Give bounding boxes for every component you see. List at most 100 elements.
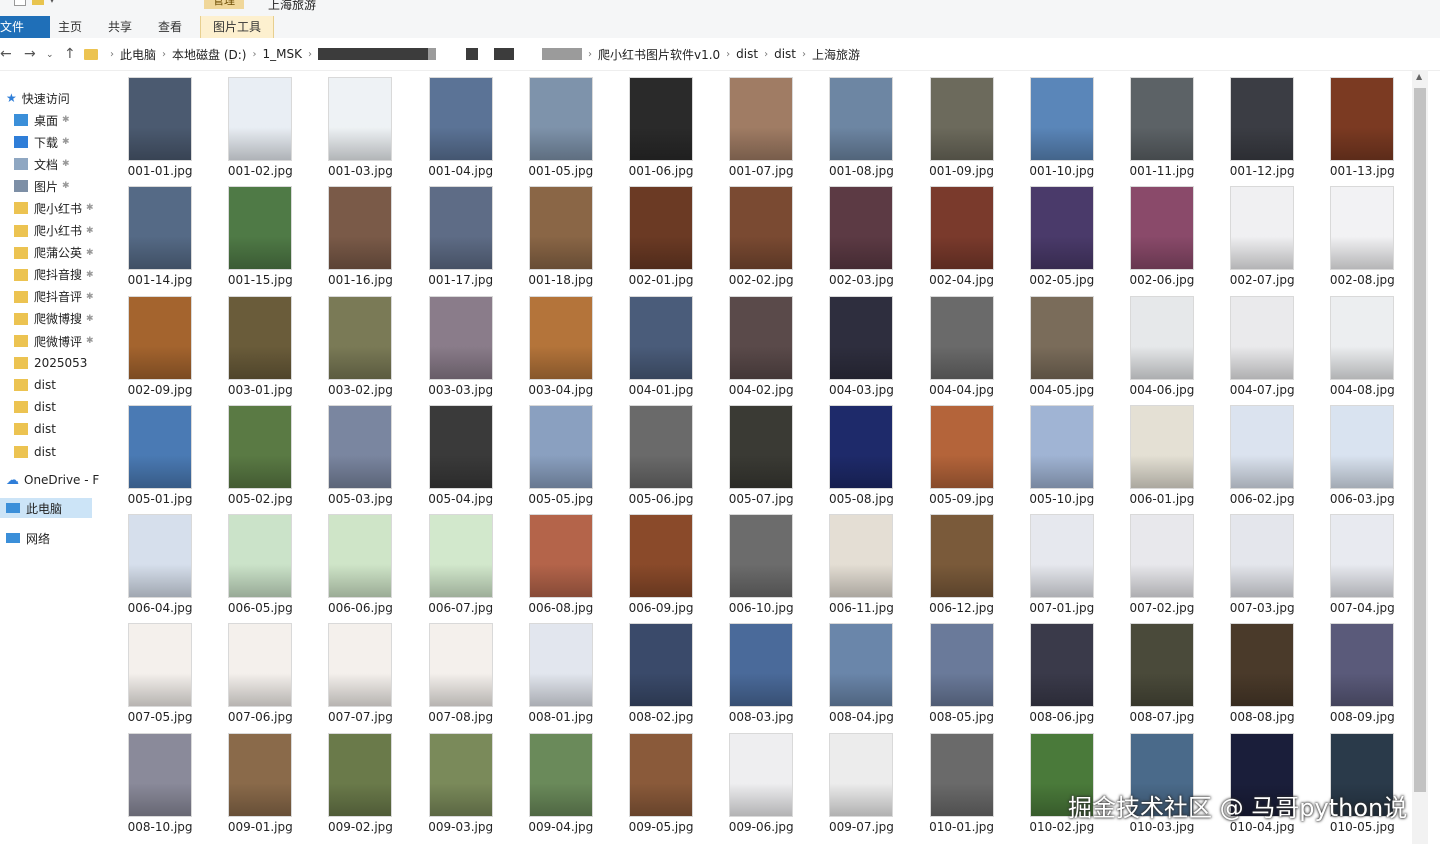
image-thumbnail[interactable]: [1030, 624, 1093, 707]
file-item[interactable]: 006-04.jpg: [110, 515, 210, 624]
file-item[interactable]: 001-03.jpg: [310, 78, 410, 187]
nav-onedrive[interactable]: ☁ OneDrive - F: [6, 470, 99, 490]
up-arrow-icon[interactable]: ↑: [64, 46, 76, 62]
image-thumbnail[interactable]: [1030, 187, 1093, 270]
breadcrumb-current[interactable]: 上海旅游: [812, 46, 860, 63]
file-item[interactable]: 001-18.jpg: [511, 187, 611, 296]
pin-icon[interactable]: ✱: [62, 159, 70, 169]
image-thumbnail[interactable]: [429, 78, 492, 160]
image-thumbnail[interactable]: [129, 624, 192, 707]
file-item[interactable]: 002-01.jpg: [611, 187, 711, 296]
image-thumbnail[interactable]: [229, 515, 292, 598]
sidebar-item-3[interactable]: 图片 ✱: [6, 176, 70, 196]
image-thumbnail[interactable]: [1030, 296, 1093, 379]
nav-quick-access[interactable]: ★ 快速访问: [6, 88, 70, 108]
file-item[interactable]: 002-05.jpg: [1012, 187, 1112, 296]
file-item[interactable]: 002-03.jpg: [811, 187, 911, 296]
image-thumbnail[interactable]: [830, 187, 893, 270]
image-thumbnail[interactable]: [1130, 78, 1193, 160]
image-thumbnail[interactable]: [930, 624, 993, 707]
image-thumbnail[interactable]: [529, 624, 592, 707]
file-item[interactable]: 008-06.jpg: [1012, 624, 1112, 733]
image-thumbnail[interactable]: [529, 733, 592, 816]
chevron-right-icon[interactable]: ›: [308, 49, 312, 60]
file-item[interactable]: 007-03.jpg: [1212, 515, 1312, 624]
image-thumbnail[interactable]: [730, 733, 793, 816]
image-thumbnail[interactable]: [1130, 405, 1193, 488]
image-thumbnail[interactable]: [1130, 187, 1193, 270]
image-thumbnail[interactable]: [830, 405, 893, 488]
image-thumbnail[interactable]: [630, 515, 693, 598]
image-thumbnail[interactable]: [830, 624, 893, 707]
image-thumbnail[interactable]: [529, 78, 592, 160]
image-thumbnail[interactable]: [930, 515, 993, 598]
file-item[interactable]: 004-06.jpg: [1112, 296, 1212, 406]
image-thumbnail[interactable]: [730, 187, 793, 270]
image-thumbnail[interactable]: [1331, 405, 1394, 488]
file-item[interactable]: 001-08.jpg: [811, 78, 911, 187]
image-thumbnail[interactable]: [329, 624, 392, 707]
sidebar-item-4[interactable]: 爬小红书 ✱: [6, 198, 94, 218]
sidebar-item-8[interactable]: 爬抖音评 ✱: [6, 287, 94, 307]
image-thumbnail[interactable]: [830, 296, 893, 379]
image-thumbnail[interactable]: [229, 405, 292, 488]
file-item[interactable]: 009-05.jpg: [611, 733, 711, 843]
image-thumbnail[interactable]: [329, 187, 392, 270]
file-item[interactable]: 001-10.jpg: [1012, 78, 1112, 187]
tab-picture-tools[interactable]: 图片工具: [200, 16, 275, 38]
sidebar-item-9[interactable]: 爬微博搜 ✱: [6, 309, 94, 329]
scrollbar-thumb[interactable]: [1414, 88, 1426, 792]
file-item[interactable]: 009-04.jpg: [511, 733, 611, 843]
file-item[interactable]: 001-04.jpg: [411, 78, 511, 187]
image-thumbnail[interactable]: [529, 187, 592, 270]
pin-icon[interactable]: ✱: [62, 137, 70, 147]
vertical-scrollbar[interactable]: ▲: [1412, 70, 1428, 844]
image-thumbnail[interactable]: [329, 515, 392, 598]
forward-arrow-icon[interactable]: →: [24, 46, 36, 62]
file-item[interactable]: 002-02.jpg: [711, 187, 811, 296]
image-thumbnail[interactable]: [429, 624, 492, 707]
image-thumbnail[interactable]: [529, 296, 592, 379]
chevron-right-icon[interactable]: ›: [726, 49, 730, 60]
image-thumbnail[interactable]: [229, 296, 292, 379]
tab-file[interactable]: 文件: [0, 16, 50, 38]
file-item[interactable]: 001-14.jpg: [110, 187, 210, 296]
image-thumbnail[interactable]: [529, 405, 592, 488]
image-thumbnail[interactable]: [730, 515, 793, 598]
pin-icon[interactable]: ✱: [62, 115, 70, 125]
image-thumbnail[interactable]: [630, 733, 693, 816]
pin-icon[interactable]: ✱: [62, 181, 70, 191]
file-item[interactable]: 001-02.jpg: [210, 78, 310, 187]
file-item[interactable]: 007-07.jpg: [310, 624, 410, 733]
pin-icon[interactable]: ✱: [86, 270, 94, 280]
image-thumbnail[interactable]: [630, 624, 693, 707]
folder-icon[interactable]: [32, 0, 44, 5]
image-thumbnail[interactable]: [930, 78, 993, 160]
image-thumbnail[interactable]: [129, 296, 192, 379]
file-item[interactable]: 006-01.jpg: [1112, 405, 1212, 515]
file-item[interactable]: 009-01.jpg: [210, 733, 310, 843]
image-thumbnail[interactable]: [630, 296, 693, 379]
image-thumbnail[interactable]: [1130, 515, 1193, 598]
chevron-right-icon[interactable]: ›: [764, 49, 768, 60]
file-item[interactable]: 005-04.jpg: [411, 405, 511, 515]
file-item[interactable]: 006-12.jpg: [912, 515, 1012, 624]
file-item[interactable]: 001-12.jpg: [1212, 78, 1312, 187]
file-item[interactable]: 009-03.jpg: [411, 733, 511, 843]
sidebar-item-2[interactable]: 文档 ✱: [6, 154, 70, 174]
image-thumbnail[interactable]: [1030, 515, 1093, 598]
image-thumbnail[interactable]: [129, 187, 192, 270]
image-thumbnail[interactable]: [1030, 78, 1093, 160]
sidebar-item-15[interactable]: dist: [6, 442, 56, 462]
image-thumbnail[interactable]: [429, 733, 492, 816]
image-thumbnail[interactable]: [529, 515, 592, 598]
sidebar-item-14[interactable]: dist: [6, 419, 56, 439]
file-item[interactable]: 008-02.jpg: [611, 624, 711, 733]
image-thumbnail[interactable]: [1231, 78, 1294, 160]
file-item[interactable]: 001-11.jpg: [1112, 78, 1212, 187]
pin-icon[interactable]: ✱: [86, 226, 94, 236]
sidebar-item-0[interactable]: 桌面 ✱: [6, 110, 70, 130]
chevron-right-icon[interactable]: ›: [110, 49, 114, 60]
qat-dropdown-icon[interactable]: ▾: [50, 0, 54, 5]
file-item[interactable]: 009-02.jpg: [310, 733, 410, 843]
